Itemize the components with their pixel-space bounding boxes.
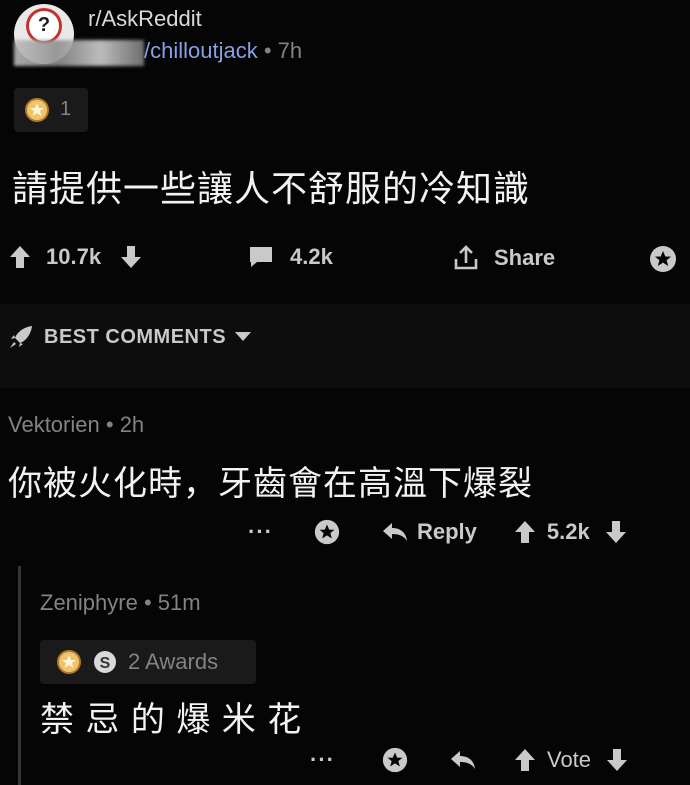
post-title[interactable]: 請提供一些讓人不舒服的冷知識 bbox=[12, 160, 530, 212]
comment-age: 51m bbox=[157, 590, 201, 615]
comment-author[interactable]: Zeniphyre bbox=[40, 590, 138, 615]
post-comments-button[interactable]: 4.2k bbox=[248, 244, 333, 270]
comment-awards-pill[interactable]: S 2 Awards bbox=[40, 640, 256, 684]
post-header: ? r/AskReddit /chilloutjack • 7h bbox=[14, 4, 684, 68]
silver-coin-icon: S bbox=[92, 649, 118, 675]
post-author[interactable]: /chilloutjack bbox=[144, 38, 258, 63]
upvote-arrow-icon[interactable] bbox=[8, 244, 32, 270]
reply-label: Reply bbox=[416, 519, 477, 544]
upvote-arrow-icon[interactable] bbox=[513, 519, 537, 545]
award-medal-icon bbox=[56, 649, 82, 675]
reply-arrow-icon[interactable] bbox=[449, 749, 477, 771]
rocket-icon bbox=[8, 324, 34, 350]
share-label: Share bbox=[494, 245, 556, 270]
reply-button[interactable]: Reply bbox=[381, 519, 477, 545]
award-icon[interactable] bbox=[313, 518, 341, 546]
awards-count-label: 2 Awards bbox=[128, 649, 219, 674]
comment-sort-dropdown[interactable]: BEST COMMENTS bbox=[8, 324, 252, 350]
comment-meta-separator: • bbox=[105, 412, 114, 437]
reply-comment-actions: ··· Vote bbox=[310, 746, 629, 774]
share-upload-icon bbox=[452, 244, 480, 272]
post-award-pill[interactable]: 1 bbox=[14, 88, 88, 132]
post-meta-separator: • bbox=[263, 38, 272, 63]
subreddit-name[interactable]: r/AskReddit bbox=[88, 6, 202, 32]
comment-author[interactable]: Vektorien bbox=[8, 412, 100, 437]
chevron-down-icon bbox=[234, 331, 252, 343]
post-award-button[interactable] bbox=[648, 244, 678, 274]
downvote-arrow-icon[interactable] bbox=[604, 519, 628, 545]
comment-meta-separator: • bbox=[143, 590, 152, 615]
post-author-line: /chilloutjack • 7h bbox=[144, 38, 302, 64]
reply-comment-body: 禁 忌 的 爆 米 花 bbox=[40, 701, 303, 739]
blurred-username-region bbox=[14, 40, 144, 66]
comment-bubble-icon bbox=[248, 245, 274, 269]
comment-actions: ··· Reply 5.2k bbox=[248, 518, 628, 546]
post-action-bar: 10.7k 4.2k Share bbox=[0, 232, 690, 292]
more-options-icon[interactable]: ··· bbox=[310, 747, 335, 773]
thread-line[interactable] bbox=[18, 566, 21, 785]
post-award-count: 1 bbox=[60, 98, 72, 120]
reply-comment-meta: Zeniphyre • 51m bbox=[40, 590, 201, 616]
award-icon bbox=[648, 244, 678, 274]
downvote-arrow-icon[interactable] bbox=[605, 747, 629, 773]
upvote-arrow-icon[interactable] bbox=[513, 747, 537, 773]
post-age: 7h bbox=[277, 38, 303, 63]
comment-meta: Vektorien • 2h bbox=[8, 412, 144, 438]
post-comment-count: 4.2k bbox=[290, 244, 333, 269]
more-options-icon[interactable]: ··· bbox=[248, 519, 273, 545]
vote-label: Vote bbox=[546, 747, 592, 772]
post-upvote-count: 10.7k bbox=[46, 244, 102, 269]
post-share-button[interactable]: Share bbox=[452, 244, 555, 272]
downvote-arrow-icon[interactable] bbox=[119, 244, 143, 270]
award-medal-icon bbox=[24, 97, 50, 123]
comment-score: 5.2k bbox=[546, 519, 590, 544]
question-mark-icon: ? bbox=[26, 8, 62, 44]
reply-arrow-icon bbox=[381, 521, 409, 543]
post-vote-group: 10.7k bbox=[8, 244, 143, 270]
sort-label: BEST COMMENTS bbox=[44, 325, 227, 348]
svg-text:S: S bbox=[100, 655, 111, 672]
award-icon[interactable] bbox=[381, 746, 409, 774]
comment-body: 你被火化時，牙齒會在高溫下爆裂 bbox=[8, 465, 533, 503]
comment-age: 2h bbox=[119, 412, 145, 437]
